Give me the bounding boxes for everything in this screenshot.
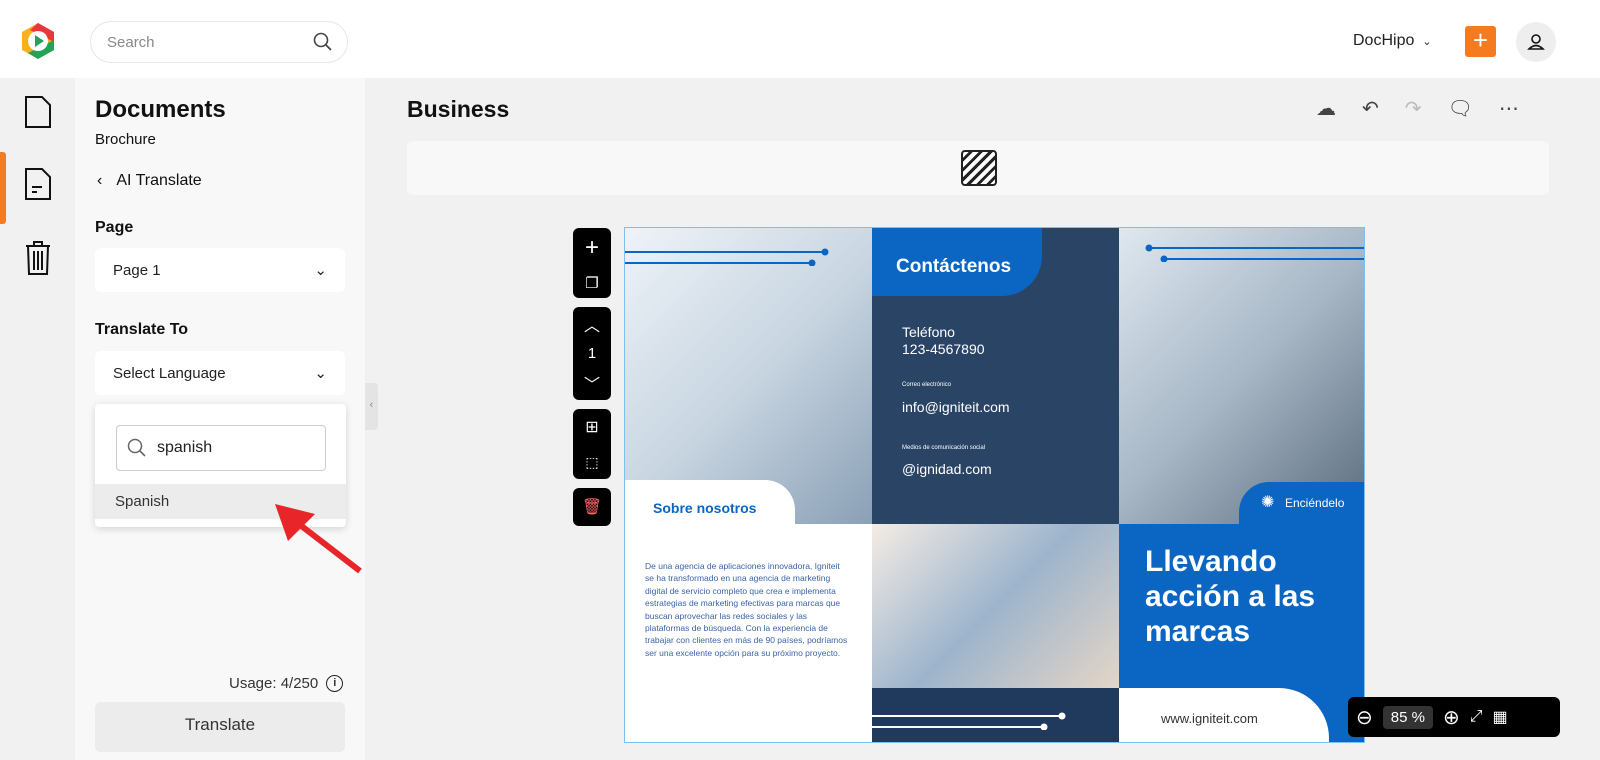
about-title: Sobre nosotros [653,500,757,516]
collapse-panel-handle[interactable]: ‹ [365,383,378,430]
page-up-icon[interactable]: ︿ [584,312,600,336]
page-grid-icon[interactable]: ▦ [1493,707,1508,727]
trash-icon[interactable] [24,240,52,281]
email-label: Correo electrónico [902,382,952,388]
page-nav-group: ︿ 1 ﹀ [573,307,611,400]
translate-button[interactable]: Translate [95,702,345,752]
translate-to-label: Translate To [95,321,189,338]
zoom-in-icon[interactable]: ⊕ [1443,705,1460,730]
chevron-down-icon: ⌄ [314,365,327,382]
social-label: Medios de comunicación social [902,445,986,451]
brochure-canvas[interactable]: Sobre nosotros De una agencia de aplicac… [624,227,1365,743]
office-workers-photo: ✺ Enciéndelo [1119,228,1364,524]
grid-icon[interactable]: ⊞ [585,417,598,437]
navy-footer [872,688,1119,742]
zoom-out-icon[interactable]: ⊖ [1356,705,1373,730]
document-title[interactable]: Business [407,96,509,123]
business-meeting-photo: Sobre nosotros [625,228,872,524]
contact-title: Contáctenos [896,256,1012,277]
red-arrow-annotation [275,504,362,574]
redo-icon[interactable]: ↷ [1405,96,1422,121]
back-button[interactable]: ‹ AI Translate [97,172,202,190]
create-button[interactable]: + [1465,26,1496,57]
back-label: AI Translate [116,172,202,189]
search-placeholder: Search [107,33,155,51]
headline: Llevando acción a las marcas [1145,545,1316,648]
language-search-input[interactable]: spanish [116,425,326,471]
page-number: 1 [587,344,597,362]
search-icon [127,438,146,457]
side-panel: Documents Brochure ‹ AI Translate Page Pa… [75,78,365,760]
about-text: De una agencia de aplicaciones innovador… [645,561,848,658]
fit-screen-icon[interactable]: ⤢ [1470,708,1483,726]
panel-title: Documents [95,96,226,123]
layout-group: ⊞ ⬚ [573,409,611,479]
trash-icon: 🗑 [581,499,603,516]
zoom-controls: ⊖ 85 % ⊕ ⤢ ▦ [1348,697,1560,737]
language-placeholder: Select Language [113,364,226,382]
more-options-icon[interactable]: ⋯ [1499,96,1519,121]
page-select[interactable]: Page 1 ⌄ [95,248,345,292]
page-down-icon[interactable]: ﹀ [584,371,600,395]
dochipo-logo[interactable] [20,22,56,60]
search-input[interactable]: Search [90,21,348,63]
comment-icon[interactable]: 🗨 [1448,96,1473,121]
language-search-value: spanish [157,439,213,456]
team-photo [872,524,1119,688]
language-select[interactable]: Select Language ⌄ [95,351,345,395]
chevron-down-icon: ⌄ [314,262,327,279]
social-value: @ignidad.com [902,461,992,477]
usage-text: Usage: 4/250 [229,675,319,692]
info-icon[interactable]: i [326,675,344,692]
toolbar-actions: ☁ ↶ ↷ 🗨 ⋯ [1316,96,1519,121]
zoom-unit: % [1411,708,1425,726]
user-avatar[interactable] [1516,22,1556,62]
document-icon[interactable] [24,95,52,134]
add-page-icon[interactable]: + [585,234,599,262]
active-indicator [0,152,6,224]
email-value: info@igniteit.com [902,399,1010,415]
decor-lines [625,248,829,266]
account-name: DocHipo [1353,32,1415,49]
account-dropdown[interactable]: DocHipo ⌄ [1353,32,1432,50]
duplicate-page-icon[interactable]: ❐ [585,274,598,292]
contact-panel: Contáctenos Teléfono 123-4567890 Correo … [872,228,1119,524]
delete-page-button[interactable]: 🗑 [573,488,611,526]
add-page-group: + ❐ [573,228,611,298]
phone-value: 123-4567890 [902,341,985,357]
search-icon[interactable] [313,32,333,52]
brand-logo-icon: ✺ [1261,494,1275,511]
select-area-icon[interactable]: ⬚ [585,454,598,471]
format-toolbar [407,141,1549,195]
zoom-value: 85 [1390,708,1408,726]
chevron-down-icon: ⌄ [1422,35,1432,48]
usage-info: Usage: 4/250 i [229,675,344,692]
website: www.igniteit.com [1161,711,1258,726]
transparency-icon[interactable] [961,150,997,186]
chevron-left-icon: ‹ [97,172,103,189]
phone-label: Teléfono [902,324,955,340]
brand-name: Enciéndelo [1285,496,1345,510]
page-value: Page 1 [113,261,161,279]
undo-icon[interactable]: ↶ [1362,96,1379,121]
zoom-level[interactable]: 85 % [1382,705,1433,729]
panel-subtitle: Brochure [95,131,156,148]
page-icon[interactable] [24,167,52,206]
cloud-saved-icon[interactable]: ☁ [1316,96,1336,121]
page-label: Page [95,219,134,236]
headline-panel: Llevando acción a las marcas www.ignitei… [1119,524,1364,742]
